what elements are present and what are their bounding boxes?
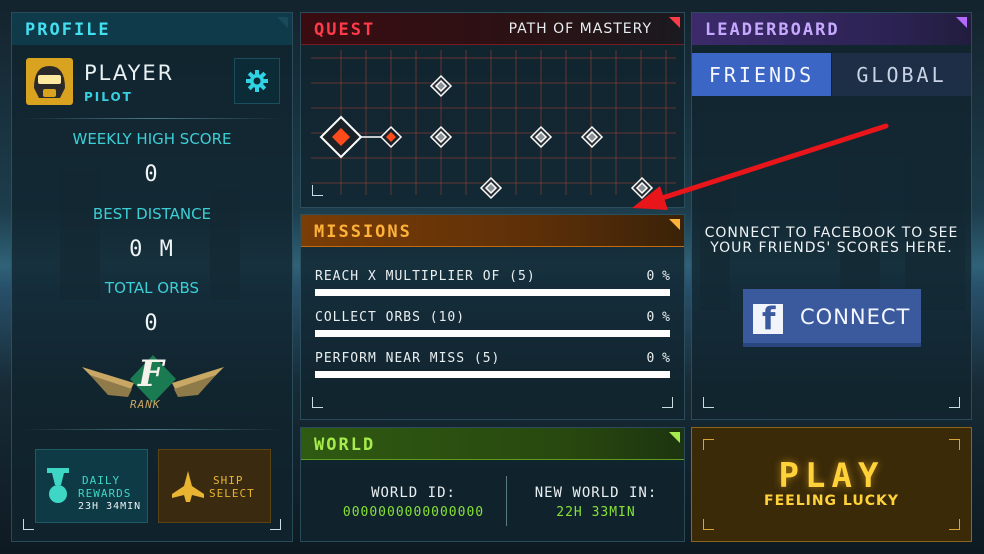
divider bbox=[22, 429, 282, 430]
facebook-message: CONNECT TO FACEBOOK TO SEE YOUR FRIENDS'… bbox=[692, 226, 971, 256]
profile-title: PROFILE bbox=[25, 20, 111, 40]
mission-percent: 0 % bbox=[646, 269, 670, 284]
total-orbs-value: 0 bbox=[144, 311, 160, 336]
pilot-helmet-icon bbox=[34, 66, 65, 98]
facebook-message-line1: CONNECT TO FACEBOOK TO SEE bbox=[704, 225, 959, 241]
select-label: SELECT bbox=[209, 487, 255, 500]
frame-corner bbox=[23, 519, 34, 530]
facebook-connect-button[interactable]: f CONNECT bbox=[743, 289, 921, 347]
daily-timer: 23H 34MIN bbox=[78, 501, 142, 512]
medal-icon bbox=[47, 468, 69, 503]
frame-corner bbox=[703, 519, 714, 530]
quest-panel: QUEST PATH OF MASTERY bbox=[300, 12, 685, 208]
ship-label: SHIP bbox=[213, 474, 244, 487]
frame-corner bbox=[949, 439, 960, 450]
world-id: WORLD ID: 0000000000000000 bbox=[331, 485, 496, 520]
leaderboard-header: LEADERBOARD bbox=[692, 13, 971, 45]
total-orbs-label: TOTAL ORBS bbox=[104, 279, 200, 297]
rank-letter: F bbox=[138, 353, 164, 395]
new-world-label: NEW WORLD IN: bbox=[534, 485, 658, 501]
mission-progress-bar bbox=[315, 289, 670, 296]
new-world-timer: NEW WORLD IN: 22H 33MIN bbox=[516, 485, 676, 520]
world-header: WORLD bbox=[301, 428, 684, 460]
daily-label: DAILY bbox=[82, 474, 121, 487]
player-name: PLAYER bbox=[84, 61, 175, 85]
mission-item: COLLECT ORBS (10) 0 % bbox=[315, 310, 670, 337]
frame-corner bbox=[949, 519, 960, 530]
play-sublabel: FEELING LUCKY bbox=[764, 493, 899, 509]
rewards-label: REWARDS bbox=[78, 487, 132, 500]
rank-label: RANK bbox=[130, 398, 161, 411]
frame-corner bbox=[703, 439, 714, 450]
gear-icon bbox=[246, 70, 268, 92]
missions-title: MISSIONS bbox=[314, 222, 412, 242]
rank-badge: F RANK bbox=[82, 353, 224, 419]
mission-text: PERFORM NEAR MISS (5) bbox=[315, 351, 501, 366]
avatar bbox=[26, 58, 73, 105]
quest-map bbox=[311, 50, 676, 200]
mission-item: REACH X MULTIPLIER OF (5) 0 % bbox=[315, 269, 670, 296]
daily-rewards-button[interactable]: DAILY REWARDS 23H 34MIN bbox=[35, 449, 148, 523]
world-id-value: 0000000000000000 bbox=[342, 505, 485, 520]
spaceship-icon bbox=[172, 471, 204, 502]
world-panel: WORLD WORLD ID: 0000000000000000 NEW WOR… bbox=[300, 427, 685, 542]
quest-node[interactable] bbox=[529, 125, 553, 149]
quest-node-current[interactable] bbox=[319, 115, 363, 159]
world-title: WORLD bbox=[314, 435, 376, 455]
quest-node[interactable] bbox=[429, 125, 453, 149]
frame-corner bbox=[270, 519, 281, 530]
frame-corner bbox=[703, 397, 714, 408]
best-distance-value: 0 M bbox=[129, 237, 175, 262]
quest-subtitle: PATH OF MASTERY bbox=[508, 21, 652, 37]
leaderboard-title: LEADERBOARD bbox=[705, 20, 840, 40]
tab-friends[interactable]: FRIENDS bbox=[692, 53, 831, 96]
frame-corner bbox=[662, 397, 673, 408]
missions-header: MISSIONS bbox=[301, 215, 684, 247]
frame-corner bbox=[312, 185, 323, 196]
world-id-label: WORLD ID: bbox=[371, 485, 456, 501]
tab-global[interactable]: GLOBAL bbox=[832, 53, 971, 96]
new-world-value: 22H 33MIN bbox=[556, 505, 636, 520]
missions-panel: MISSIONS REACH X MULTIPLIER OF (5) 0 % C… bbox=[300, 214, 685, 420]
facebook-icon: f bbox=[753, 301, 783, 337]
best-distance-label: BEST DISTANCE bbox=[92, 205, 212, 223]
profile-panel: PROFILE PLAYER PILOT WEEKLY HIGH SCORE 0… bbox=[11, 12, 293, 542]
divider bbox=[22, 118, 282, 119]
quest-header: QUEST PATH OF MASTERY bbox=[301, 13, 684, 45]
leaderboard-panel: LEADERBOARD FRIENDS GLOBAL CONNECT TO FA… bbox=[691, 12, 972, 420]
quest-title: QUEST bbox=[314, 20, 376, 40]
ship-select-button[interactable]: SHIP SELECT bbox=[158, 449, 271, 523]
weekly-high-score-label: WEEKLY HIGH SCORE bbox=[72, 130, 232, 148]
mission-progress-bar bbox=[315, 371, 670, 378]
mission-item: PERFORM NEAR MISS (5) 0 % bbox=[315, 351, 670, 378]
play-label: PLAY bbox=[778, 456, 885, 496]
connect-label: CONNECT bbox=[800, 305, 911, 329]
frame-corner bbox=[949, 397, 960, 408]
quest-node-active[interactable] bbox=[379, 125, 403, 149]
mission-progress-bar bbox=[315, 330, 670, 337]
facebook-message-line2: YOUR FRIENDS' SCORES HERE. bbox=[710, 240, 953, 256]
mission-percent: 0 % bbox=[646, 310, 670, 325]
profile-header: PROFILE bbox=[12, 13, 292, 45]
quest-node[interactable] bbox=[429, 74, 453, 98]
mission-percent: 0 % bbox=[646, 351, 670, 366]
play-button[interactable]: PLAY FEELING LUCKY bbox=[691, 427, 972, 542]
weekly-high-score-value: 0 bbox=[144, 162, 160, 187]
player-rank: PILOT bbox=[84, 90, 133, 104]
settings-button[interactable] bbox=[234, 58, 280, 104]
divider bbox=[506, 476, 507, 526]
mission-text: REACH X MULTIPLIER OF (5) bbox=[315, 269, 536, 284]
frame-corner bbox=[312, 397, 323, 408]
quest-node[interactable] bbox=[580, 125, 604, 149]
quest-node[interactable] bbox=[479, 176, 503, 200]
quest-node[interactable] bbox=[630, 176, 654, 200]
mission-text: COLLECT ORBS (10) bbox=[315, 310, 466, 325]
